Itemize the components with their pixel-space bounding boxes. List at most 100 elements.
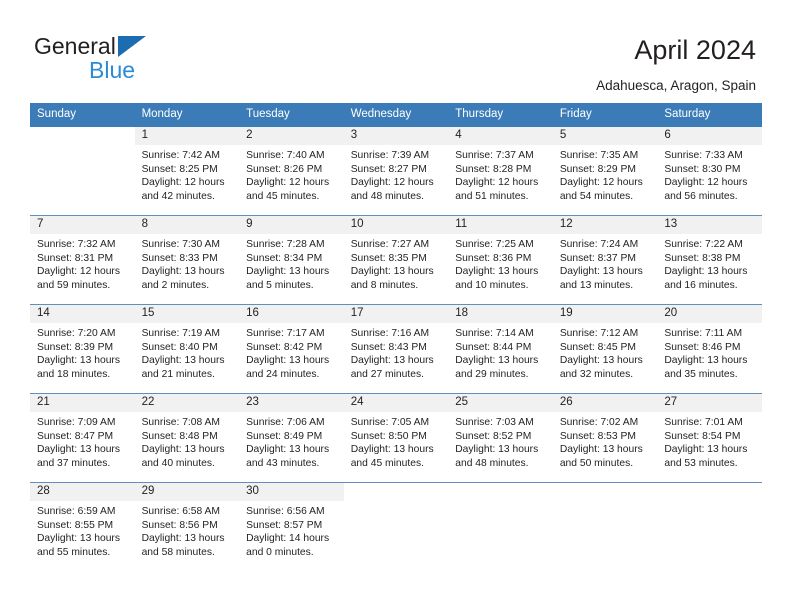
calendar-week-row: 7 Sunrise: 7:32 AM Sunset: 8:31 PM Daylight… [30, 215, 762, 305]
day-detail-line: Daylight: 12 hours [350, 177, 434, 189]
day-detail-line: and 45 minutes. [246, 190, 320, 202]
day-detail-line: and 55 minutes. [37, 546, 111, 558]
day-details: Sunrise: 7:02 AM Sunset: 8:53 PM Daylight:… [553, 412, 658, 472]
day-detail-line: Sunrise: 7:42 AM [141, 150, 220, 161]
day-cell-6[interactable]: 6 Sunrise: 7:33 AM Sunset: 8:30 PM Daylight… [657, 127, 762, 216]
day-cell-7[interactable]: 7 Sunrise: 7:32 AM Sunset: 8:31 PM Daylight… [30, 215, 135, 305]
day-detail-line: Daylight: 13 hours [37, 444, 120, 456]
day-cell-29[interactable]: 29 Sunrise: 6:58 AM Sunset: 8:56 PM Dayligh… [134, 482, 240, 571]
day-cell-27[interactable]: 27 Sunrise: 7:01 AM Sunset: 8:54 PM Dayligh… [657, 393, 762, 483]
day-detail-line: Sunrise: 7:03 AM [455, 417, 534, 428]
day-cell-21[interactable]: 21 Sunrise: 7:09 AM Sunset: 8:47 PM Dayligh… [30, 393, 135, 483]
day-number: 27 [657, 394, 762, 412]
day-details: Sunrise: 7:24 AM Sunset: 8:37 PM Daylight:… [553, 234, 658, 294]
day-cell-4[interactable]: 4 Sunrise: 7:37 AM Sunset: 8:28 PM Daylight… [448, 127, 553, 216]
day-details: Sunrise: 7:03 AM Sunset: 8:52 PM Daylight:… [448, 412, 553, 472]
day-cell-8[interactable]: 8 Sunrise: 7:30 AM Sunset: 8:33 PM Daylight… [134, 215, 240, 305]
day-detail-line: and 43 minutes. [246, 457, 320, 469]
day-detail-line: Sunrise: 7:32 AM [37, 239, 116, 250]
day-detail-line: Sunrise: 7:28 AM [246, 239, 325, 250]
day-detail-line: Daylight: 13 hours [350, 355, 434, 367]
day-detail-line: and 51 minutes. [455, 190, 529, 202]
day-details: Sunrise: 7:27 AM Sunset: 8:35 PM Daylight:… [344, 234, 449, 294]
day-number: 17 [343, 305, 449, 323]
day-detail-line: Sunrise: 7:33 AM [664, 150, 743, 161]
day-detail-line: Sunrise: 7:40 AM [246, 150, 325, 161]
day-number: 8 [134, 216, 240, 234]
day-detail-line: Daylight: 12 hours [37, 266, 120, 278]
weekday-header-wednesday: Wednesday [343, 103, 449, 127]
day-cell-5[interactable]: 5 Sunrise: 7:35 AM Sunset: 8:29 PM Daylight… [552, 127, 658, 216]
day-details: Sunrise: 6:56 AM Sunset: 8:57 PM Daylight:… [239, 501, 344, 561]
day-cell-14[interactable]: 14 Sunrise: 7:20 AM Sunset: 8:39 PM Dayligh… [30, 304, 135, 394]
day-cell-2[interactable]: 2 Sunrise: 7:40 AM Sunset: 8:26 PM Daylight… [239, 127, 344, 216]
day-cell-20[interactable]: 20 Sunrise: 7:11 AM Sunset: 8:46 PM Dayligh… [657, 304, 762, 394]
day-detail-line: Sunset: 8:48 PM [141, 430, 218, 442]
day-cell-18[interactable]: 18 Sunrise: 7:14 AM Sunset: 8:44 PM Dayligh… [448, 304, 553, 394]
day-details: Sunrise: 7:20 AM Sunset: 8:39 PM Daylight:… [30, 323, 135, 383]
day-detail-line: Sunset: 8:30 PM [664, 163, 741, 175]
general-blue-logo[interactable]: General Blue [34, 33, 234, 89]
day-details [553, 501, 658, 507]
day-details: Sunrise: 7:06 AM Sunset: 8:49 PM Daylight:… [239, 412, 344, 472]
day-detail-line: Sunset: 8:47 PM [37, 430, 114, 442]
day-detail-line: Daylight: 13 hours [664, 444, 748, 456]
day-details: Sunrise: 7:39 AM Sunset: 8:27 PM Daylight:… [344, 145, 449, 205]
calendar-week-row: 28 Sunrise: 6:59 AM Sunset: 8:55 PM Dayligh… [30, 482, 762, 571]
day-number: 4 [448, 127, 553, 145]
day-cell-30[interactable]: 30 Sunrise: 6:56 AM Sunset: 8:57 PM Dayligh… [239, 482, 344, 571]
day-detail-line: Daylight: 13 hours [559, 266, 643, 278]
day-detail-line: Sunrise: 7:22 AM [664, 239, 743, 250]
day-number: 10 [343, 216, 449, 234]
day-number: 23 [239, 394, 344, 412]
day-detail-line: Daylight: 12 hours [246, 177, 330, 189]
day-cell-11[interactable]: 11 Sunrise: 7:25 AM Sunset: 8:36 PM Dayligh… [448, 215, 553, 305]
weekday-header-sunday: Sunday [30, 103, 135, 127]
day-detail-line: and 24 minutes. [246, 368, 320, 380]
day-detail-line: and 29 minutes. [455, 368, 529, 380]
day-cell-22[interactable]: 22 Sunrise: 7:08 AM Sunset: 8:48 PM Dayligh… [134, 393, 240, 483]
day-detail-line: Sunrise: 7:09 AM [37, 417, 116, 428]
day-details: Sunrise: 7:40 AM Sunset: 8:26 PM Daylight:… [239, 145, 344, 205]
weekday-header-tuesday: Tuesday [239, 103, 344, 127]
calendar-table: Sunday Monday Tuesday Wednesday Thursday Frid… [30, 103, 762, 571]
day-cell-23[interactable]: 23 Sunrise: 7:06 AM Sunset: 8:49 PM Dayligh… [239, 393, 344, 483]
day-detail-line: Sunset: 8:53 PM [559, 430, 636, 442]
day-detail-line: Daylight: 13 hours [559, 444, 643, 456]
day-cell-25[interactable]: 25 Sunrise: 7:03 AM Sunset: 8:52 PM Dayligh… [448, 393, 553, 483]
day-cell-26[interactable]: 26 Sunrise: 7:02 AM Sunset: 8:53 PM Dayligh… [552, 393, 658, 483]
day-cell-10[interactable]: 10 Sunrise: 7:27 AM Sunset: 8:35 PM Dayligh… [343, 215, 449, 305]
day-cell-12[interactable]: 12 Sunrise: 7:24 AM Sunset: 8:37 PM Dayligh… [552, 215, 658, 305]
day-details: Sunrise: 7:11 AM Sunset: 8:46 PM Daylight:… [657, 323, 762, 383]
day-cell-28[interactable]: 28 Sunrise: 6:59 AM Sunset: 8:55 PM Dayligh… [30, 482, 135, 571]
day-cell-19[interactable]: 19 Sunrise: 7:12 AM Sunset: 8:45 PM Dayligh… [552, 304, 658, 394]
day-cell-9[interactable]: 9 Sunrise: 7:28 AM Sunset: 8:34 PM Daylight… [239, 215, 344, 305]
day-details: Sunrise: 7:30 AM Sunset: 8:33 PM Daylight:… [135, 234, 240, 294]
day-detail-line: Sunrise: 7:35 AM [559, 150, 639, 161]
calendar-week-row: 14 Sunrise: 7:20 AM Sunset: 8:39 PM Dayligh… [30, 304, 762, 394]
day-cell-15[interactable]: 15 Sunrise: 7:19 AM Sunset: 8:40 PM Dayligh… [134, 304, 240, 394]
day-detail-line: Sunset: 8:28 PM [455, 163, 532, 175]
day-cell-16[interactable]: 16 Sunrise: 7:17 AM Sunset: 8:42 PM Dayligh… [239, 304, 344, 394]
day-detail-line: and 27 minutes. [350, 368, 424, 380]
day-detail-line: Sunrise: 6:58 AM [141, 506, 220, 517]
day-detail-line: Sunrise: 7:19 AM [141, 328, 220, 339]
day-details: Sunrise: 7:17 AM Sunset: 8:42 PM Daylight:… [239, 323, 344, 383]
day-cell-17[interactable]: 17 Sunrise: 7:16 AM Sunset: 8:43 PM Dayligh… [343, 304, 449, 394]
day-detail-line: and 18 minutes. [37, 368, 111, 380]
day-detail-line: Sunset: 8:40 PM [141, 341, 218, 353]
day-detail-line: Daylight: 13 hours [141, 355, 225, 367]
day-detail-line: and 58 minutes. [141, 546, 215, 558]
day-detail-line: Sunrise: 7:01 AM [664, 417, 743, 428]
day-cell-3[interactable]: 3 Sunrise: 7:39 AM Sunset: 8:27 PM Daylight… [343, 127, 449, 216]
day-detail-line: and 13 minutes. [559, 279, 634, 291]
day-detail-line: and 8 minutes. [350, 279, 419, 291]
day-cell-24[interactable]: 24 Sunrise: 7:05 AM Sunset: 8:50 PM Dayligh… [343, 393, 449, 483]
day-detail-line: Daylight: 13 hours [141, 533, 225, 545]
day-detail-line: Daylight: 13 hours [37, 355, 120, 367]
day-cell-13[interactable]: 13 Sunrise: 7:22 AM Sunset: 8:38 PM Dayligh… [657, 215, 762, 305]
day-detail-line: Daylight: 13 hours [664, 266, 748, 278]
day-details: Sunrise: 7:37 AM Sunset: 8:28 PM Daylight:… [448, 145, 553, 205]
day-cell-1[interactable]: 1 Sunrise: 7:42 AM Sunset: 8:25 PM Daylight… [134, 127, 240, 216]
day-detail-line: and 21 minutes. [141, 368, 215, 380]
